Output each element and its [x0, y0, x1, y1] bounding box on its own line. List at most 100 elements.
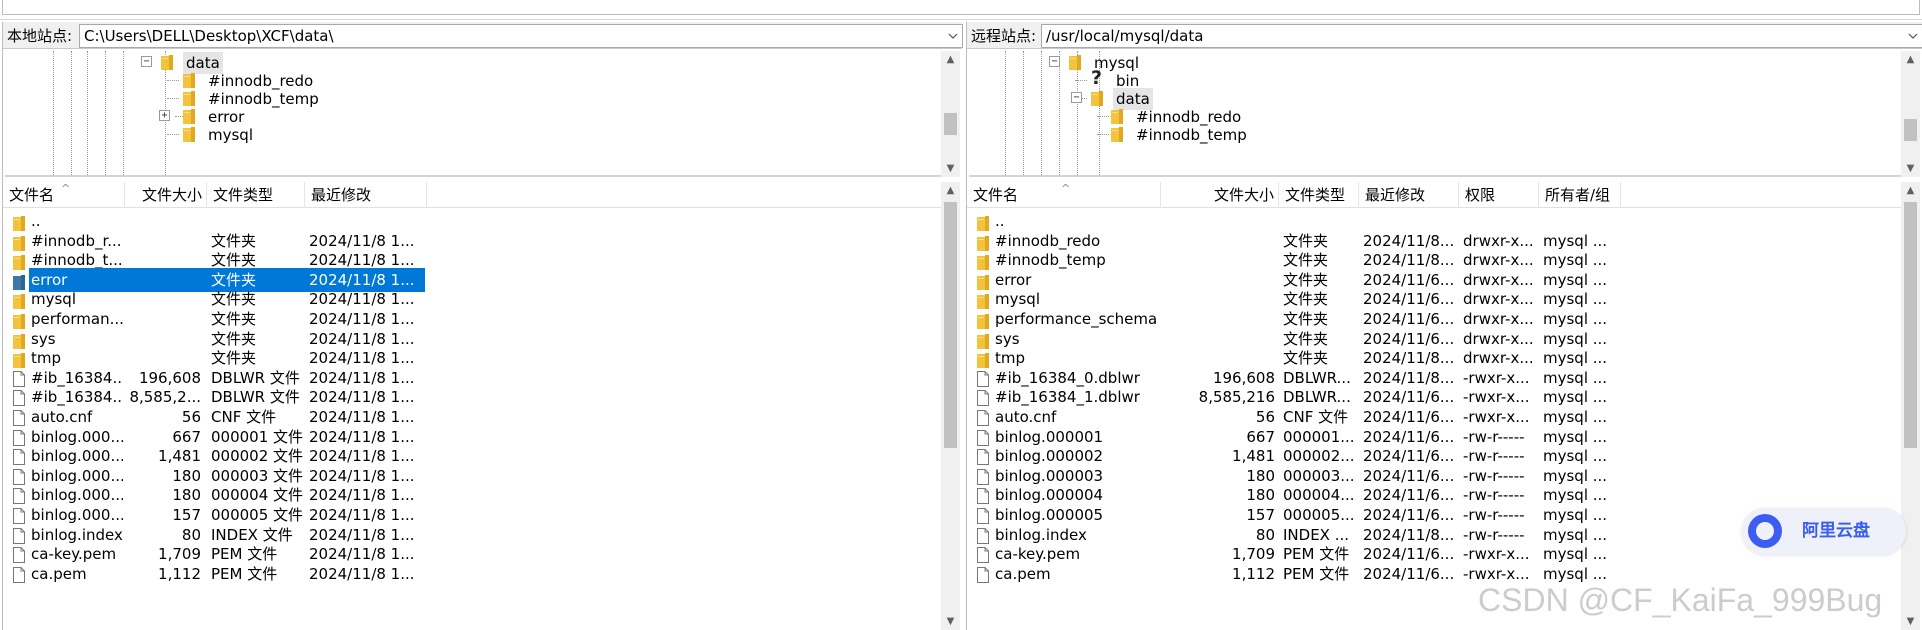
scroll-thumb[interactable]	[944, 202, 957, 448]
file-icon	[13, 409, 25, 426]
local-list-scrollbar[interactable]: ▲ ▼	[941, 182, 960, 630]
folder-icon	[161, 55, 173, 70]
column-header-perms[interactable]: 权限	[1459, 182, 1539, 208]
remote-file-list[interactable]: .. #innodb_redo 文件夹 2024/11/8... drwxr-x... m…	[967, 209, 1901, 630]
column-header-type[interactable]: 文件类型	[1279, 182, 1359, 208]
scroll-thumb[interactable]	[944, 113, 957, 135]
local-site-label: 本地站点:	[7, 26, 73, 46]
local-directory-tree[interactable]: − data #innodb_redo #innodb_temp + error mysql	[5, 51, 941, 177]
tree-guide-line	[105, 51, 106, 175]
remote-site-bar: 远程站点: /usr/local/mysql/data	[967, 22, 1922, 49]
file-icon	[13, 546, 25, 564]
folder-icon	[977, 273, 989, 290]
cell-type: PEM 文件	[1283, 564, 1350, 583]
file-icon	[13, 566, 25, 583]
column-header-owner[interactable]: 所有者/组	[1539, 182, 1621, 208]
folder-icon	[977, 292, 989, 310]
cell-name: ca.pem	[31, 564, 87, 583]
cell-size: 1,112	[1232, 564, 1275, 583]
tree-item-innodb-temp[interactable]: #innodb_temp	[1133, 124, 1250, 146]
expand-icon[interactable]: +	[159, 110, 170, 121]
file-icon	[977, 566, 989, 583]
tree-branch-line	[167, 98, 179, 99]
file-icon	[977, 370, 989, 387]
chevron-down-icon[interactable]	[948, 32, 958, 40]
file-icon	[13, 487, 25, 505]
scroll-down-icon[interactable]: ▼	[941, 613, 960, 630]
message-log-box	[2, 0, 1920, 15]
tree-branch-line	[167, 80, 179, 81]
scroll-up-icon[interactable]: ▲	[1901, 182, 1920, 199]
folder-icon	[977, 234, 989, 251]
tree-branch-line	[1075, 80, 1087, 81]
remote-path-input[interactable]: /usr/local/mysql/data	[1041, 24, 1922, 48]
collapse-icon[interactable]: −	[1049, 56, 1060, 67]
scroll-thumb[interactable]	[1904, 119, 1917, 141]
column-header-size[interactable]: 文件大小	[125, 182, 207, 208]
column-header-modified[interactable]: 最近修改	[305, 182, 427, 208]
local-site-bar: 本地站点: C:\Users\DELL\Desktop\XCF\data\	[3, 22, 963, 49]
column-header-modified[interactable]: 最近修改	[1359, 182, 1459, 208]
file-icon	[977, 429, 989, 446]
scroll-down-icon[interactable]: ▼	[941, 160, 960, 177]
tree-guide-line	[1023, 51, 1024, 175]
file-icon	[977, 487, 989, 505]
file-row[interactable]: ca.pem 1,112 PEM 文件 2024/11/8 1...	[3, 562, 941, 586]
folder-icon	[13, 214, 25, 231]
file-icon	[977, 546, 989, 564]
remote-list-scrollbar[interactable]: ▲ ▼	[1901, 182, 1920, 630]
folder-icon	[183, 109, 195, 124]
local-site-pane: 本地站点: C:\Users\DELL\Desktop\XCF\data\ − d…	[2, 22, 963, 630]
aliyun-drive-badge[interactable]: 阿里云盘	[1742, 508, 1906, 554]
local-tree-scrollbar[interactable]: ▲ ▼	[941, 51, 960, 177]
column-header-size[interactable]: 文件大小	[1161, 182, 1279, 208]
scroll-thumb[interactable]	[1904, 202, 1917, 448]
file-icon	[977, 409, 989, 426]
scroll-up-icon[interactable]: ▲	[941, 182, 960, 199]
aliyun-drive-label: 阿里云盘	[1802, 521, 1870, 541]
tree-branch-line	[1097, 134, 1109, 135]
remote-tree-scrollbar[interactable]: ▲ ▼	[1901, 51, 1920, 177]
file-icon	[13, 389, 25, 407]
local-file-list[interactable]: .. #innodb_r... 文件夹 2024/11/8 1... #innodb_t…	[3, 209, 941, 630]
collapse-icon[interactable]: −	[1071, 92, 1082, 103]
file-icon	[13, 468, 25, 485]
sort-asc-icon[interactable]: ^	[61, 182, 70, 195]
scroll-down-icon[interactable]: ▼	[1901, 160, 1920, 177]
file-icon	[977, 507, 989, 524]
file-icon	[977, 527, 989, 544]
folder-icon	[1111, 127, 1123, 142]
file-icon	[977, 448, 989, 466]
cell-modified: 2024/11/6...	[1363, 564, 1455, 583]
chevron-down-icon[interactable]	[1908, 32, 1918, 40]
remote-file-list-header: 文件名 文件大小 文件类型 最近修改 权限 所有者/组 ^	[967, 182, 1901, 208]
cell-type: PEM 文件	[211, 564, 278, 583]
cell-name: ca.pem	[995, 564, 1051, 583]
tree-guide-line	[1059, 51, 1060, 175]
folder-icon	[977, 351, 989, 369]
aliyun-drive-logo-icon	[1748, 514, 1782, 548]
tree-branch-line	[167, 134, 179, 135]
column-header-type[interactable]: 文件类型	[207, 182, 305, 208]
file-icon	[13, 527, 25, 544]
local-file-list-header: 文件名 文件大小 文件类型 最近修改 ^	[3, 182, 941, 208]
local-path-input[interactable]: C:\Users\DELL\Desktop\XCF\data\	[79, 24, 963, 48]
sort-asc-icon[interactable]: ^	[1061, 182, 1070, 195]
folder-icon	[183, 91, 195, 106]
collapse-icon[interactable]: −	[141, 56, 152, 67]
scroll-up-icon[interactable]: ▲	[941, 51, 960, 68]
scroll-up-icon[interactable]: ▲	[1901, 51, 1920, 68]
tree-guide-line	[87, 51, 88, 175]
folder-icon	[977, 214, 989, 231]
folder-icon	[183, 73, 195, 88]
cell-size: 1,112	[158, 564, 201, 583]
question-icon: ?	[1091, 67, 1103, 89]
folder-icon	[13, 273, 25, 290]
scroll-down-icon[interactable]: ▼	[1901, 613, 1920, 630]
folder-icon	[13, 351, 25, 369]
file-icon	[13, 448, 25, 466]
tree-item-mysql[interactable]: mysql	[205, 124, 256, 146]
remote-directory-tree[interactable]: − mysql? bin − data #innodb_redo #innodb_temp	[969, 51, 1901, 177]
top-toolbar-strip	[0, 0, 1922, 20]
folder-icon	[1091, 91, 1103, 106]
